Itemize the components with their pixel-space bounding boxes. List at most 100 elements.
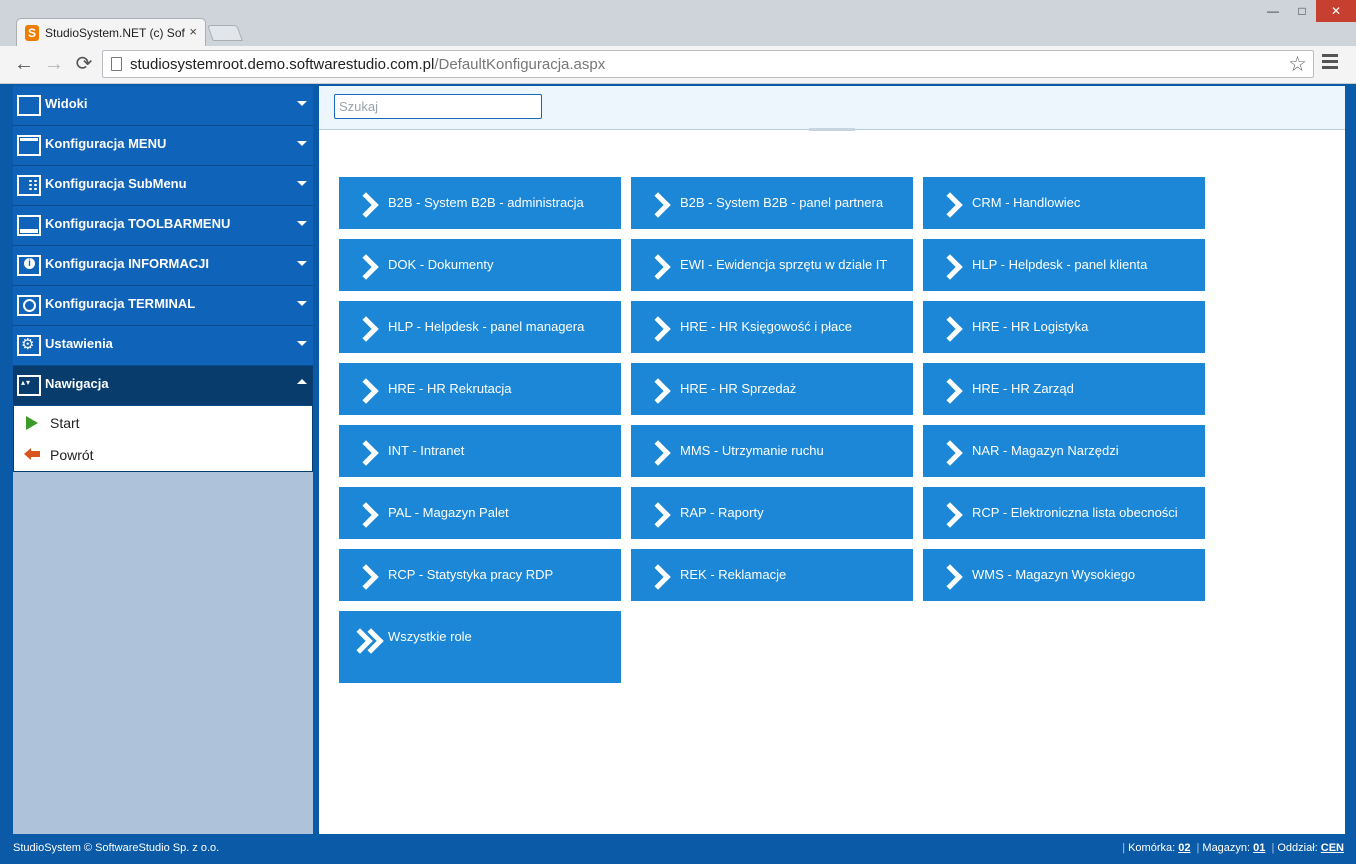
role-tile[interactable]: HRE - HR Sprzedaż (631, 363, 913, 415)
magazyn-link[interactable]: 01 (1253, 842, 1265, 854)
studiosystem-favicon-icon: S (25, 25, 39, 41)
role-tile[interactable]: EWI - Ewidencja sprzętu w dziale IT (631, 239, 913, 291)
sidebar-section-ustawienia[interactable]: Ustawienia (13, 326, 313, 366)
url-host: studiosystemroot.demo.softwarestudio.com… (130, 56, 435, 73)
chevron-right-icon (937, 561, 961, 589)
nav-item-powrot[interactable]: Powrót (14, 438, 312, 470)
terminal-icon (17, 295, 41, 316)
navigation-icon (17, 375, 41, 396)
tab-close-icon[interactable]: × (189, 24, 197, 39)
all-roles-label: Wszystkie role (388, 629, 472, 644)
nav-item-start[interactable]: Start (14, 406, 312, 438)
chevron-up-icon (297, 379, 307, 384)
chevron-right-icon (645, 375, 669, 403)
chevron-down-icon (297, 341, 307, 346)
role-tile-label: EWI - Ewidencja sprzętu w dziale IT (680, 257, 888, 272)
sidebar-section-label: Konfiguracja TOOLBARMENU (45, 216, 231, 231)
role-tile[interactable]: B2B - System B2B - panel partnera (631, 177, 913, 229)
role-tile[interactable]: REK - Reklamacje (631, 549, 913, 601)
app-frame: Widoki Konfiguracja MENU Konfiguracja Su… (0, 84, 1356, 864)
sidebar-section-konfiguracja-terminal[interactable]: Konfiguracja TERMINAL (13, 286, 313, 326)
role-tile[interactable]: PAL - Magazyn Palet (339, 487, 621, 539)
sidebar: Widoki Konfiguracja MENU Konfiguracja Su… (13, 86, 313, 834)
sidebar-section-label: Konfiguracja INFORMACJI (45, 256, 209, 271)
sidebar-section-konfiguracja-submenu[interactable]: Konfiguracja SubMenu (13, 166, 313, 206)
grid-icon (17, 95, 41, 116)
window-maximize-button[interactable]: □ (1288, 0, 1316, 22)
sidebar-section-konfiguracja-menu[interactable]: Konfiguracja MENU (13, 126, 313, 166)
double-chevron-right-icon (351, 625, 387, 653)
oddzial-label: Oddział: (1277, 842, 1318, 854)
back-arrow-icon[interactable]: ← (12, 52, 36, 76)
role-tile[interactable]: NAR - Magazyn Narzędzi (923, 425, 1205, 477)
role-tile-label: MMS - Utrzymanie ruchu (680, 443, 824, 458)
role-tile-label: RAP - Raporty (680, 505, 764, 520)
role-tile[interactable]: HRE - HR Księgowość i płace (631, 301, 913, 353)
komorka-label: Komórka: (1128, 842, 1176, 854)
window-icon (17, 135, 41, 156)
role-tile[interactable]: RCP - Elektroniczna lista obecności (923, 487, 1205, 539)
chevron-down-icon (297, 301, 307, 306)
sidebar-section-konfiguracja-toolbarmenu[interactable]: Konfiguracja TOOLBARMENU (13, 206, 313, 246)
sidebar-section-nawigacja[interactable]: Nawigacja (13, 366, 313, 406)
role-tile-label: HRE - HR Logistyka (972, 319, 1089, 334)
status-bar: StudioSystem © SoftwareStudio Sp. z o.o.… (0, 836, 1356, 864)
url-path: /DefaultKonfiguracja.aspx (434, 56, 606, 73)
bookmark-star-icon[interactable]: ☆ (1288, 52, 1307, 77)
komorka-link[interactable]: 02 (1178, 842, 1190, 854)
role-tile[interactable]: WMS - Magazyn Wysokiego (923, 549, 1205, 601)
chevron-right-icon (353, 251, 377, 279)
sidebar-section-konfiguracja-informacji[interactable]: Konfiguracja INFORMACJI (13, 246, 313, 286)
role-tile[interactable]: HRE - HR Logistyka (923, 301, 1205, 353)
chevron-right-icon (353, 375, 377, 403)
address-bar[interactable]: studiosystemroot.demo.softwarestudio.com… (102, 50, 1314, 78)
window-minimize-button[interactable]: — (1258, 0, 1288, 22)
role-tile[interactable]: INT - Intranet (339, 425, 621, 477)
role-tile[interactable]: RAP - Raporty (631, 487, 913, 539)
main-content: B2B - System B2B - administracja B2B - Sy… (319, 86, 1345, 834)
chevron-down-icon (297, 181, 307, 186)
chevron-down-icon (297, 141, 307, 146)
role-tile[interactable]: B2B - System B2B - administracja (339, 177, 621, 229)
role-tile-label: HLP - Helpdesk - panel managera (388, 319, 585, 334)
role-tile-label: REK - Reklamacje (680, 567, 787, 582)
chevron-right-icon (937, 375, 961, 403)
oddzial-link[interactable]: CEN (1321, 842, 1344, 854)
chevron-right-icon (937, 499, 961, 527)
page-icon (111, 57, 122, 71)
window-close-button[interactable]: ✕ (1316, 0, 1356, 22)
chevron-right-icon (645, 313, 669, 341)
browser-menu-icon[interactable] (1322, 54, 1338, 74)
role-tile-label: B2B - System B2B - panel partnera (680, 195, 884, 210)
forward-arrow-icon[interactable]: → (42, 52, 66, 76)
role-tile-label: HLP - Helpdesk - panel klienta (972, 257, 1148, 272)
sidebar-section-label: Konfiguracja MENU (45, 136, 167, 151)
role-tile-label: HRE - HR Rekrutacja (388, 381, 512, 396)
submenu-icon (17, 175, 41, 196)
browser-toolbar: ← → ⟳ studiosystemroot.demo.softwarestud… (0, 46, 1356, 84)
role-tile[interactable]: HLP - Helpdesk - panel klienta (923, 239, 1205, 291)
new-tab-button[interactable] (207, 25, 243, 41)
search-input[interactable] (334, 94, 542, 119)
chevron-right-icon (353, 189, 377, 217)
role-tile[interactable]: MMS - Utrzymanie ruchu (631, 425, 913, 477)
settings-icon (17, 335, 41, 356)
role-tile[interactable]: HLP - Helpdesk - panel managera (339, 301, 621, 353)
sidebar-section-widoki[interactable]: Widoki (13, 86, 313, 126)
splitter-grip[interactable] (809, 128, 855, 131)
url-text[interactable]: studiosystemroot.demo.softwarestudio.com… (130, 56, 605, 73)
sidebar-section-label: Widoki (45, 96, 88, 111)
browser-tab[interactable]: S StudioSystem.NET (c) Soft × (16, 18, 206, 46)
role-tile[interactable]: RCP - Statystyka pracy RDP (339, 549, 621, 601)
chevron-right-icon (645, 437, 669, 465)
role-tiles: B2B - System B2B - administracja B2B - Sy… (339, 177, 1219, 697)
reload-icon[interactable]: ⟳ (72, 52, 96, 76)
role-tile[interactable]: HRE - HR Rekrutacja (339, 363, 621, 415)
all-roles-tile[interactable]: Wszystkie role (339, 611, 621, 683)
tab-title: StudioSystem.NET (c) Soft (45, 26, 185, 40)
role-tile[interactable]: DOK - Dokumenty (339, 239, 621, 291)
role-tile-label: RCP - Elektroniczna lista obecności (972, 505, 1178, 520)
role-tile[interactable]: CRM - Handlowiec (923, 177, 1205, 229)
chevron-right-icon (353, 561, 377, 589)
role-tile[interactable]: HRE - HR Zarząd (923, 363, 1205, 415)
